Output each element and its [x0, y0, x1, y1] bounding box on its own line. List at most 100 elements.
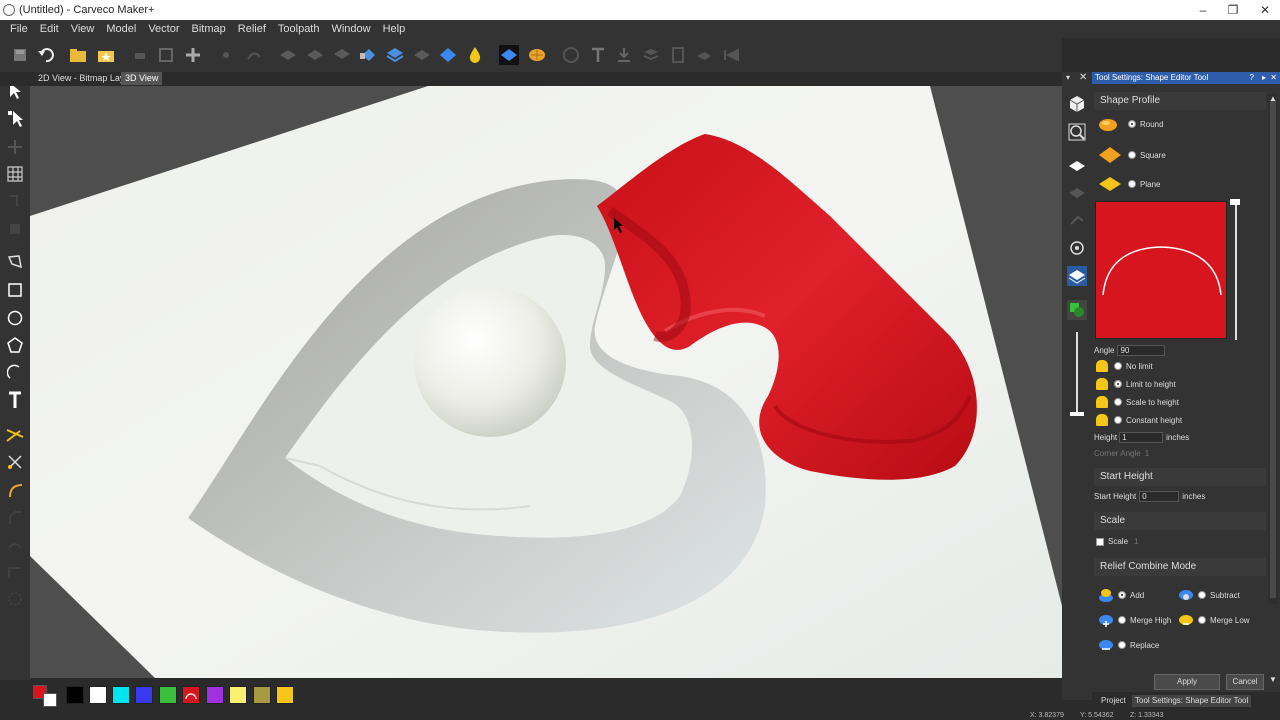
text-icon[interactable]	[5, 390, 25, 410]
menu-view[interactable]: View	[65, 23, 101, 35]
opacity-slider-thumb[interactable]	[1070, 412, 1084, 416]
grid-icon[interactable]	[5, 164, 25, 184]
texture-icon[interactable]	[527, 45, 547, 65]
combine-subtract-option[interactable]: Subtract	[1178, 587, 1240, 603]
smooth-icon	[5, 562, 25, 582]
3d-viewport[interactable]	[30, 86, 1062, 678]
tab-tool-settings[interactable]: Tool Settings: Shape Editor Tool	[1132, 695, 1252, 707]
profile-round-option[interactable]: Round	[1098, 116, 1164, 132]
constant-height-option[interactable]: Constant height	[1096, 414, 1182, 426]
relief-layer-icon[interactable]	[1067, 156, 1087, 176]
opacity-slider-track[interactable]	[1076, 332, 1078, 416]
menu-help[interactable]: Help	[377, 23, 412, 35]
combine-replace-option[interactable]: Replace	[1098, 637, 1159, 653]
tool-settings-panel: Tool Settings: Shape Editor Tool ? ▸ ✕ S…	[1092, 72, 1280, 692]
scale-row[interactable]: Scale 1	[1096, 537, 1138, 546]
add-icon[interactable]	[183, 45, 203, 65]
save-icon[interactable]	[10, 45, 30, 65]
swatch-olive[interactable]	[253, 686, 271, 704]
open-favourite-folder-icon[interactable]	[96, 45, 116, 65]
relief-plane-icon	[278, 45, 298, 65]
drop-icon[interactable]	[465, 45, 485, 65]
combine-add-option[interactable]: Add	[1098, 587, 1144, 603]
node-edit-icon[interactable]	[5, 109, 25, 129]
relief-diamond-icon[interactable]	[438, 45, 458, 65]
start-height-input[interactable]: 0	[1139, 491, 1180, 502]
toolpath-icon	[694, 45, 714, 65]
polyline-icon[interactable]	[5, 252, 25, 272]
swatch-cyan[interactable]	[112, 686, 130, 704]
background-color-swatch[interactable]	[43, 693, 57, 707]
pin-icon[interactable]: ▸	[1262, 72, 1266, 84]
tab-project[interactable]: Project	[1098, 695, 1129, 707]
blue-layer-icon[interactable]	[1067, 266, 1087, 286]
panel-close-icon[interactable]: ✕	[1079, 72, 1087, 83]
apply-button[interactable]: Apply	[1154, 674, 1220, 690]
arc-icon[interactable]	[5, 362, 25, 382]
limit-no-limit-option[interactable]: No limit	[1096, 360, 1153, 372]
undo-icon[interactable]	[36, 45, 56, 65]
cut-icon[interactable]	[5, 452, 25, 472]
trim-icon[interactable]	[5, 425, 25, 445]
swatch-green[interactable]	[159, 686, 177, 704]
menu-bitmap[interactable]: Bitmap	[186, 23, 232, 35]
material-icon[interactable]	[1067, 238, 1087, 258]
menu-edit[interactable]: Edit	[34, 23, 65, 35]
height-input[interactable]: 1	[1119, 432, 1164, 443]
shape-editor-tool-icon[interactable]	[499, 45, 519, 65]
menu-model[interactable]: Model	[100, 23, 142, 35]
cancel-button[interactable]: Cancel	[1226, 674, 1264, 690]
menu-file[interactable]: File	[4, 23, 34, 35]
menu-vector[interactable]: Vector	[142, 23, 185, 35]
panel-title-close-icon[interactable]: ✕	[1270, 72, 1277, 84]
panel-dropdown-icon[interactable]: ▾	[1066, 73, 1070, 82]
scale-to-height-option[interactable]: Scale to height	[1096, 396, 1179, 408]
profile-slider-track[interactable]	[1235, 200, 1237, 340]
swatch-red[interactable]	[182, 686, 200, 704]
swatch-light-yellow[interactable]	[229, 686, 247, 704]
scroll-up-icon[interactable]: ▲	[1269, 94, 1277, 103]
green-shapes-icon[interactable]	[1067, 300, 1087, 320]
profile-slider-thumb[interactable]	[1230, 199, 1240, 205]
relief-sweep-icon[interactable]	[385, 45, 405, 65]
relief-spin-icon[interactable]	[358, 45, 378, 65]
scroll-down-icon[interactable]: ▼	[1269, 675, 1277, 684]
polygon-icon[interactable]	[5, 335, 25, 355]
view-cube-icon[interactable]	[1067, 94, 1087, 114]
scale-checkbox[interactable]	[1096, 537, 1104, 546]
panel-scrollbar[interactable]	[1268, 94, 1278, 604]
swatch-black[interactable]	[66, 686, 84, 704]
rectangle-icon[interactable]	[5, 280, 25, 300]
profile-plane-option[interactable]: Plane	[1098, 175, 1160, 193]
status-z: Z: 1.33343	[1130, 712, 1164, 719]
zoom-icon[interactable]	[1067, 122, 1087, 142]
circle-icon[interactable]	[5, 308, 25, 328]
combine-merge-high-option[interactable]: Merge High	[1098, 612, 1171, 628]
open-folder-icon[interactable]	[68, 45, 88, 65]
swatch-white[interactable]	[89, 686, 107, 704]
swatch-blue[interactable]	[135, 686, 153, 704]
profile-square-option[interactable]: Square	[1098, 146, 1166, 164]
swatch-purple[interactable]	[206, 686, 224, 704]
combine-merge-low-option[interactable]: Merge Low	[1178, 612, 1250, 628]
menu-window[interactable]: Window	[325, 23, 376, 35]
scale-header[interactable]: Scale	[1094, 512, 1266, 530]
shape-profile-header[interactable]: Shape Profile	[1094, 92, 1266, 110]
start-height-header[interactable]: Start Height	[1094, 468, 1266, 486]
menu-toolpath[interactable]: Toolpath	[272, 23, 326, 35]
maximize-button[interactable]: ❐	[1218, 0, 1248, 20]
tab-3d-view[interactable]: 3D View	[121, 72, 163, 85]
angle-input[interactable]: 90	[1117, 345, 1166, 356]
fillet-icon[interactable]	[5, 480, 25, 500]
title-bar: (Untitled) - Carveco Maker+ – ❐ ✕	[0, 0, 1280, 20]
move-icon	[5, 137, 25, 157]
help-icon[interactable]: ?	[1250, 72, 1254, 84]
panel-scrollbar-thumb[interactable]	[1270, 100, 1276, 598]
status-y: Y: 5.54362	[1080, 712, 1114, 719]
minimize-button[interactable]: –	[1188, 0, 1218, 20]
relief-combine-mode-header[interactable]: Relief Combine Mode	[1094, 558, 1266, 576]
limit-to-height-option[interactable]: Limit to height	[1096, 378, 1176, 390]
swatch-yellow[interactable]	[276, 686, 294, 704]
close-button[interactable]: ✕	[1250, 0, 1280, 20]
menu-relief[interactable]: Relief	[232, 23, 272, 35]
